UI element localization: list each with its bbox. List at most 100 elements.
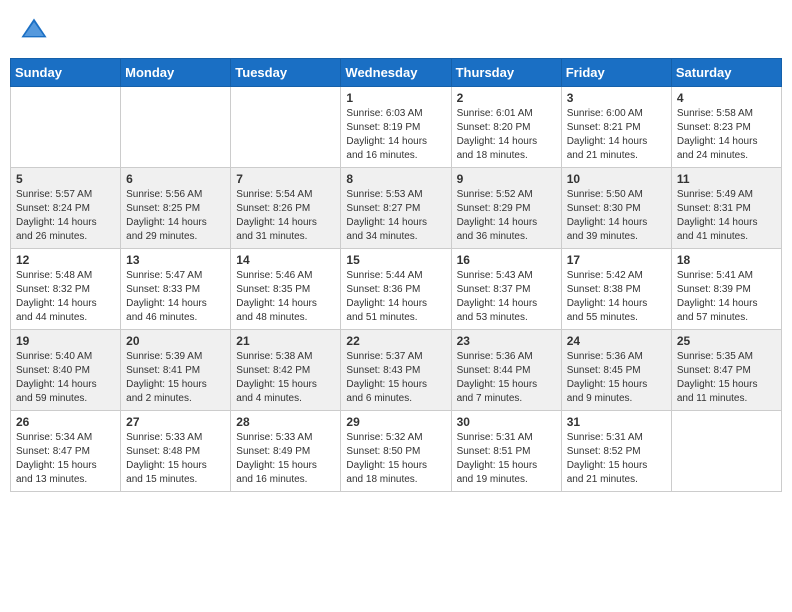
day-number: 10 xyxy=(567,172,666,186)
day-number: 3 xyxy=(567,91,666,105)
day-number: 23 xyxy=(457,334,556,348)
day-info: Sunrise: 5:35 AM Sunset: 8:47 PM Dayligh… xyxy=(677,350,776,406)
day-info: Sunrise: 5:57 AM Sunset: 8:24 PM Dayligh… xyxy=(16,188,115,244)
day-header-tuesday: Tuesday xyxy=(231,59,341,87)
calendar-cell: 30 Sunrise: 5:31 AM Sunset: 8:51 PM Dayli… xyxy=(451,411,561,492)
day-info: Sunrise: 5:47 AM Sunset: 8:33 PM Dayligh… xyxy=(126,269,225,325)
day-number: 1 xyxy=(346,91,445,105)
day-number: 26 xyxy=(16,415,115,429)
day-number: 16 xyxy=(457,253,556,267)
day-number: 29 xyxy=(346,415,445,429)
calendar-cell: 21Sunrise: 5:38 AM Sunset: 8:42 PM Dayli… xyxy=(231,330,341,411)
day-info: Sunrise: 5:40 AM Sunset: 8:40 PM Dayligh… xyxy=(16,350,115,406)
day-number: 7 xyxy=(236,172,335,186)
calendar-cell: 9 Sunrise: 5:52 AM Sunset: 8:29 PM Daylig… xyxy=(451,168,561,249)
day-number: 12 xyxy=(16,253,115,267)
calendar-cell: 25Sunrise: 5:35 AM Sunset: 8:47 PM Dayli… xyxy=(671,330,781,411)
day-header-wednesday: Wednesday xyxy=(341,59,451,87)
day-header-thursday: Thursday xyxy=(451,59,561,87)
calendar-cell: 31 Sunrise: 5:31 AM Sunset: 8:52 PM Dayli… xyxy=(561,411,671,492)
day-info: Sunrise: 5:31 AM Sunset: 8:51 PM Dayligh… xyxy=(457,431,556,487)
calendar-cell: 7 Sunrise: 5:54 AM Sunset: 8:26 PM Daylig… xyxy=(231,168,341,249)
day-number: 8 xyxy=(346,172,445,186)
day-number: 20 xyxy=(126,334,225,348)
day-info: Sunrise: 5:33 AM Sunset: 8:49 PM Dayligh… xyxy=(236,431,335,487)
day-info: Sunrise: 5:54 AM Sunset: 8:26 PM Dayligh… xyxy=(236,188,335,244)
day-number: 9 xyxy=(457,172,556,186)
day-info: Sunrise: 6:00 AM Sunset: 8:21 PM Dayligh… xyxy=(567,107,666,163)
logo-icon xyxy=(20,15,48,43)
calendar-cell: 13 Sunrise: 5:47 AM Sunset: 8:33 PM Dayli… xyxy=(121,249,231,330)
calendar-cell: 26Sunrise: 5:34 AM Sunset: 8:47 PM Dayli… xyxy=(11,411,121,492)
calendar-cell: 27 Sunrise: 5:33 AM Sunset: 8:48 PM Dayli… xyxy=(121,411,231,492)
day-info: Sunrise: 5:48 AM Sunset: 8:32 PM Dayligh… xyxy=(16,269,115,325)
day-number: 24 xyxy=(567,334,666,348)
day-number: 14 xyxy=(236,253,335,267)
calendar-cell: 28 Sunrise: 5:33 AM Sunset: 8:49 PM Dayli… xyxy=(231,411,341,492)
day-number: 31 xyxy=(567,415,666,429)
day-number: 6 xyxy=(126,172,225,186)
calendar-week-3: 12 Sunrise: 5:48 AM Sunset: 8:32 PM Dayli… xyxy=(11,249,782,330)
day-number: 30 xyxy=(457,415,556,429)
calendar-cell: 22Sunrise: 5:37 AM Sunset: 8:43 PM Dayli… xyxy=(341,330,451,411)
calendar-week-1: 1 Sunrise: 6:03 AM Sunset: 8:19 PM Daylig… xyxy=(11,87,782,168)
calendar-week-5: 26Sunrise: 5:34 AM Sunset: 8:47 PM Dayli… xyxy=(11,411,782,492)
day-number: 4 xyxy=(677,91,776,105)
day-number: 18 xyxy=(677,253,776,267)
page-header xyxy=(10,10,782,48)
calendar-cell: 29 Sunrise: 5:32 AM Sunset: 8:50 PM Dayli… xyxy=(341,411,451,492)
day-info: Sunrise: 6:03 AM Sunset: 8:19 PM Dayligh… xyxy=(346,107,445,163)
day-number: 28 xyxy=(236,415,335,429)
calendar-cell: 19Sunrise: 5:40 AM Sunset: 8:40 PM Dayli… xyxy=(11,330,121,411)
calendar-cell: 18 Sunrise: 5:41 AM Sunset: 8:39 PM Dayli… xyxy=(671,249,781,330)
day-header-friday: Friday xyxy=(561,59,671,87)
day-info: Sunrise: 5:56 AM Sunset: 8:25 PM Dayligh… xyxy=(126,188,225,244)
day-header-monday: Monday xyxy=(121,59,231,87)
calendar-week-4: 19Sunrise: 5:40 AM Sunset: 8:40 PM Dayli… xyxy=(11,330,782,411)
calendar-cell: 8 Sunrise: 5:53 AM Sunset: 8:27 PM Daylig… xyxy=(341,168,451,249)
calendar-cell xyxy=(11,87,121,168)
day-info: Sunrise: 5:53 AM Sunset: 8:27 PM Dayligh… xyxy=(346,188,445,244)
day-info: Sunrise: 5:37 AM Sunset: 8:43 PM Dayligh… xyxy=(346,350,445,406)
calendar-header-row: SundayMondayTuesdayWednesdayThursdayFrid… xyxy=(11,59,782,87)
day-info: Sunrise: 5:58 AM Sunset: 8:23 PM Dayligh… xyxy=(677,107,776,163)
calendar-cell: 11 Sunrise: 5:49 AM Sunset: 8:31 PM Dayli… xyxy=(671,168,781,249)
day-info: Sunrise: 5:41 AM Sunset: 8:39 PM Dayligh… xyxy=(677,269,776,325)
day-header-sunday: Sunday xyxy=(11,59,121,87)
day-number: 13 xyxy=(126,253,225,267)
day-info: Sunrise: 5:33 AM Sunset: 8:48 PM Dayligh… xyxy=(126,431,225,487)
calendar-cell: 6 Sunrise: 5:56 AM Sunset: 8:25 PM Daylig… xyxy=(121,168,231,249)
calendar-cell: 4 Sunrise: 5:58 AM Sunset: 8:23 PM Daylig… xyxy=(671,87,781,168)
day-number: 2 xyxy=(457,91,556,105)
calendar-cell: 1 Sunrise: 6:03 AM Sunset: 8:19 PM Daylig… xyxy=(341,87,451,168)
calendar-cell xyxy=(671,411,781,492)
day-info: Sunrise: 5:38 AM Sunset: 8:42 PM Dayligh… xyxy=(236,350,335,406)
day-info: Sunrise: 5:46 AM Sunset: 8:35 PM Dayligh… xyxy=(236,269,335,325)
day-info: Sunrise: 5:52 AM Sunset: 8:29 PM Dayligh… xyxy=(457,188,556,244)
day-info: Sunrise: 5:32 AM Sunset: 8:50 PM Dayligh… xyxy=(346,431,445,487)
day-number: 11 xyxy=(677,172,776,186)
day-info: Sunrise: 5:50 AM Sunset: 8:30 PM Dayligh… xyxy=(567,188,666,244)
calendar-cell: 16 Sunrise: 5:43 AM Sunset: 8:37 PM Dayli… xyxy=(451,249,561,330)
day-number: 15 xyxy=(346,253,445,267)
day-info: Sunrise: 5:31 AM Sunset: 8:52 PM Dayligh… xyxy=(567,431,666,487)
calendar-cell: 10 Sunrise: 5:50 AM Sunset: 8:30 PM Dayli… xyxy=(561,168,671,249)
calendar-table: SundayMondayTuesdayWednesdayThursdayFrid… xyxy=(10,58,782,492)
calendar-cell: 23 Sunrise: 5:36 AM Sunset: 8:44 PM Dayli… xyxy=(451,330,561,411)
day-header-saturday: Saturday xyxy=(671,59,781,87)
calendar-cell xyxy=(231,87,341,168)
day-number: 5 xyxy=(16,172,115,186)
calendar-cell: 3 Sunrise: 6:00 AM Sunset: 8:21 PM Daylig… xyxy=(561,87,671,168)
day-info: Sunrise: 5:43 AM Sunset: 8:37 PM Dayligh… xyxy=(457,269,556,325)
day-info: Sunrise: 6:01 AM Sunset: 8:20 PM Dayligh… xyxy=(457,107,556,163)
day-number: 17 xyxy=(567,253,666,267)
day-info: Sunrise: 5:36 AM Sunset: 8:45 PM Dayligh… xyxy=(567,350,666,406)
calendar-cell: 24 Sunrise: 5:36 AM Sunset: 8:45 PM Dayli… xyxy=(561,330,671,411)
calendar-cell: 2 Sunrise: 6:01 AM Sunset: 8:20 PM Daylig… xyxy=(451,87,561,168)
calendar-cell: 12 Sunrise: 5:48 AM Sunset: 8:32 PM Dayli… xyxy=(11,249,121,330)
day-number: 27 xyxy=(126,415,225,429)
day-info: Sunrise: 5:36 AM Sunset: 8:44 PM Dayligh… xyxy=(457,350,556,406)
logo xyxy=(20,15,52,43)
day-info: Sunrise: 5:39 AM Sunset: 8:41 PM Dayligh… xyxy=(126,350,225,406)
day-info: Sunrise: 5:49 AM Sunset: 8:31 PM Dayligh… xyxy=(677,188,776,244)
